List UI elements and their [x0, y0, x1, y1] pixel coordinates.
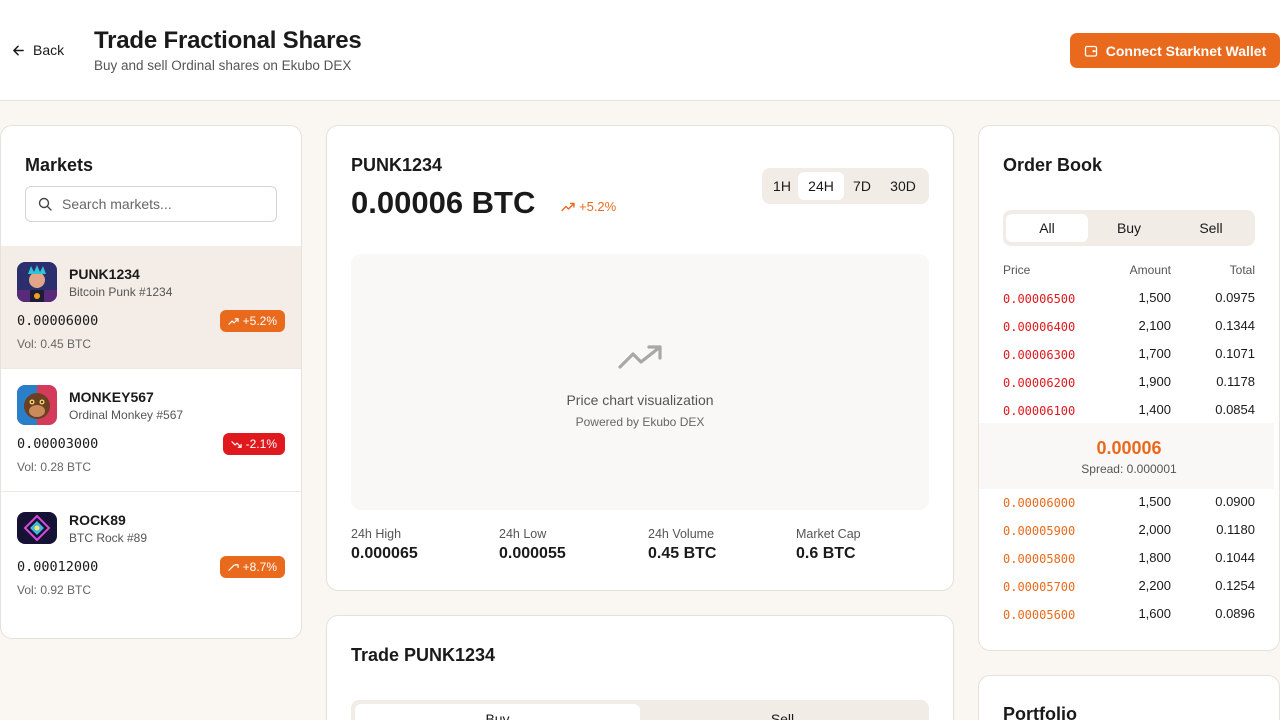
current-price: 0.00006 BTC	[351, 185, 536, 220]
market-price: 0.00012000	[17, 559, 99, 575]
tab-buy[interactable]: Buy	[355, 704, 640, 720]
bid-row[interactable]: 0.00006000 1,500 0.0900	[1003, 494, 1255, 512]
price-change: +5.2%	[561, 199, 616, 214]
avatar	[17, 512, 57, 544]
order-book-tabs: All Buy Sell	[1003, 210, 1255, 246]
connect-wallet-label: Connect Starknet Wallet	[1105, 42, 1267, 59]
markets-title: Markets	[25, 155, 94, 175]
tab-sell[interactable]: Sell	[1170, 214, 1252, 242]
timeframe-30d[interactable]: 30D	[880, 172, 926, 200]
market-symbol: PUNK1234	[69, 266, 140, 282]
chart-powered-by: Powered by Ekubo DEX	[575, 415, 705, 429]
ask-row[interactable]: 0.00006200 1,900 0.1178	[1003, 374, 1255, 392]
chart-area	[351, 254, 929, 510]
search-input[interactable]	[62, 196, 262, 212]
stat-label: 24h Low	[499, 527, 547, 541]
change-badge: -2.1%	[222, 433, 285, 455]
trade-title: Trade PUNK1234	[351, 645, 496, 665]
bid-row[interactable]: 0.00005600 1,600 0.0896	[1003, 606, 1255, 624]
trending-down-icon	[230, 440, 242, 448]
mid-price: 0.00006	[1096, 438, 1162, 458]
stat-value: 0.6 BTC	[796, 545, 856, 562]
avatar	[17, 262, 57, 302]
search-box[interactable]	[25, 186, 277, 222]
column-header-price: Price	[1003, 263, 1031, 277]
bid-row[interactable]: 0.00005800 1,800 0.1044	[1003, 550, 1255, 568]
column-header-total: Total	[1229, 263, 1255, 277]
wallet-icon	[1084, 45, 1097, 57]
back-label: Back	[33, 42, 65, 58]
arrow-left-icon	[13, 45, 24, 55]
stat-label: Market Cap	[796, 527, 861, 541]
timeframe-1h[interactable]: 1H	[766, 172, 798, 200]
trade-tabs: Buy Sell	[351, 700, 929, 720]
ask-row[interactable]: 0.00006100 1,400 0.0854	[1003, 402, 1255, 420]
timeframe-selector: 1H 24H 7D 30D	[762, 168, 929, 204]
market-name: Bitcoin Punk #1234	[69, 285, 173, 299]
stat-value: 0.000065	[351, 545, 418, 562]
tab-buy[interactable]: Buy	[1088, 214, 1170, 242]
stat-label: 24h Volume	[648, 527, 715, 541]
connect-wallet-button[interactable]: Connect Starknet Wallet	[1070, 33, 1280, 68]
column-header-amount: Amount	[1129, 263, 1171, 277]
chart-placeholder-text: Price chart visualization	[566, 392, 714, 408]
market-item-rock89[interactable]: ROCK89 BTC Rock #89 0.00012000 Vol: 0.92…	[1, 492, 301, 615]
page-header: Back Trade Fractional Shares Buy and sel…	[0, 0, 1280, 101]
market-price: 0.00006000	[17, 313, 99, 329]
ask-row[interactable]: 0.00006300 1,700 0.1071	[1003, 346, 1255, 364]
stat-value: 0.45 BTC	[648, 545, 717, 562]
trending-up-icon	[561, 202, 575, 211]
stat-label: 24h High	[351, 527, 402, 541]
order-book-title: Order Book	[1003, 155, 1103, 175]
ask-row[interactable]: 0.00006500 1,500 0.0975	[1003, 290, 1255, 308]
market-price: 0.00003000	[17, 436, 99, 452]
page-subtitle: Buy and sell Ordinal shares on Ekubo DEX	[94, 58, 352, 73]
chart-symbol: PUNK1234	[351, 155, 443, 175]
page-title: Trade Fractional Shares	[94, 27, 362, 54]
change-badge: +8.7%	[219, 556, 285, 578]
market-name: Ordinal Monkey #567	[69, 408, 184, 422]
timeframe-24h[interactable]: 24H	[798, 172, 844, 200]
market-volume: Vol: 0.92 BTC	[17, 583, 92, 597]
tab-sell[interactable]: Sell	[640, 704, 925, 720]
trending-up-icon	[227, 563, 239, 571]
market-item-monkey567[interactable]: MONKEY567 Ordinal Monkey #567 0.00003000…	[1, 369, 301, 492]
avatar	[17, 385, 57, 425]
portfolio-title: Portfolio	[1003, 704, 1077, 720]
market-symbol: ROCK89	[69, 512, 126, 528]
market-symbol: MONKEY567	[69, 389, 154, 405]
timeframe-7d[interactable]: 7D	[844, 172, 880, 200]
spread-value: Spread: 0.000001	[1081, 462, 1177, 476]
market-volume: Vol: 0.45 BTC	[17, 337, 92, 351]
market-volume: Vol: 0.28 BTC	[17, 460, 92, 474]
market-item-punk1234[interactable]: PUNK1234 Bitcoin Punk #1234 0.00006000 V…	[1, 246, 301, 369]
trending-up-icon	[227, 317, 239, 325]
back-button[interactable]: Back	[12, 41, 64, 59]
search-icon	[38, 197, 52, 211]
ask-row[interactable]: 0.00006400 2,100 0.1344	[1003, 318, 1255, 336]
tab-all[interactable]: All	[1006, 214, 1088, 242]
bid-row[interactable]: 0.00005900 2,000 0.1180	[1003, 522, 1255, 540]
trending-up-icon	[618, 345, 662, 369]
market-name: BTC Rock #89	[69, 531, 148, 545]
stat-value: 0.000055	[499, 545, 566, 562]
bid-row[interactable]: 0.00005700 2,200 0.1254	[1003, 578, 1255, 596]
change-badge: +5.2%	[219, 310, 285, 332]
